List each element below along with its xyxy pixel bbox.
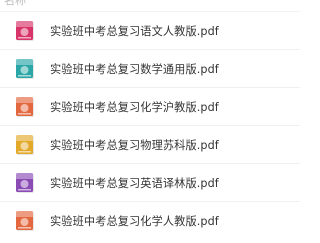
book-cover-icon (16, 58, 34, 79)
file-row[interactable]: 实验班中考总复习化学沪教版.pdf (0, 87, 300, 125)
column-header: 名称 (0, 0, 300, 11)
file-row[interactable]: 实验班中考总复习英语译林版.pdf (0, 163, 300, 201)
file-row[interactable]: 实验班中考总复习化学人教版.pdf (0, 201, 300, 239)
file-row[interactable]: 实验班中考总复习物理苏科版.pdf (0, 125, 300, 163)
book-cover-icon (16, 20, 34, 41)
book-cover-icon (16, 96, 34, 117)
column-header-label: 名称 (4, 0, 26, 7)
file-list: 实验班中考总复习语文人教版.pdf 实验班中考总复习数学通用版.pdf 实验班中… (0, 11, 300, 239)
file-name: 实验班中考总复习数学通用版.pdf (50, 62, 219, 76)
book-cover-icon (16, 134, 34, 155)
file-name: 实验班中考总复习物理苏科版.pdf (50, 138, 219, 152)
file-row[interactable]: 实验班中考总复习数学通用版.pdf (0, 49, 300, 87)
book-cover-icon (16, 210, 34, 231)
file-name: 实验班中考总复习语文人教版.pdf (50, 24, 219, 38)
book-cover-icon (16, 172, 34, 193)
file-name: 实验班中考总复习化学沪教版.pdf (50, 100, 219, 114)
file-name: 实验班中考总复习化学人教版.pdf (50, 214, 219, 228)
file-row[interactable]: 实验班中考总复习语文人教版.pdf (0, 11, 300, 49)
file-name: 实验班中考总复习英语译林版.pdf (50, 176, 219, 190)
